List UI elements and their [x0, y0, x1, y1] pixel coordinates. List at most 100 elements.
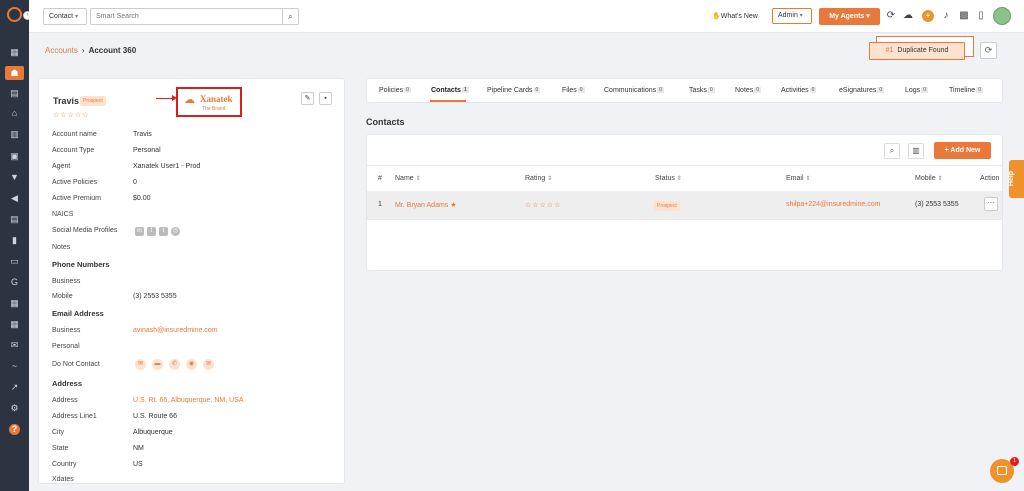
- report-icon[interactable]: ▦: [9, 298, 20, 309]
- tab-count: 1: [461, 87, 469, 93]
- image-icon[interactable]: ▣: [9, 151, 20, 162]
- chart-icon[interactable]: ▮: [9, 235, 20, 246]
- row-actions-button[interactable]: ···: [984, 197, 998, 211]
- section-heading: Address: [52, 379, 83, 388]
- search-icon[interactable]: ⌕: [884, 143, 900, 159]
- google-icon[interactable]: G: [9, 277, 20, 288]
- tab-contacts[interactable]: Contacts 1: [431, 87, 469, 94]
- contact-name-link[interactable]: Mr. Bryan Adams ★: [395, 201, 457, 209]
- field-label: Agent: [52, 163, 71, 170]
- column-header-email[interactable]: Email ⇕: [786, 175, 811, 182]
- tab-notes[interactable]: Notes 0: [735, 87, 762, 94]
- my-agents-button[interactable]: My Agents ▾: [819, 8, 880, 25]
- tab-pipeline-cards[interactable]: Pipeline Cards 0: [487, 87, 541, 94]
- section-heading: Email Address: [52, 309, 104, 318]
- tab-count: 0: [976, 87, 983, 93]
- avatar[interactable]: [993, 7, 1011, 25]
- account-details-card: Travis Prospect ☆☆☆☆☆ ☁ Xanatek The Bran…: [38, 78, 345, 484]
- whats-new-link[interactable]: ✋What's New: [712, 12, 758, 20]
- admin-select[interactable]: Admin ▾: [772, 8, 812, 24]
- field-value: NM: [133, 445, 144, 452]
- calendar-icon[interactable]: ▦: [9, 319, 20, 330]
- contact-email-link[interactable]: shilpa+224@insuredmine.com: [786, 201, 880, 208]
- tab-tasks[interactable]: Tasks 0: [689, 87, 715, 94]
- dashboard-icon[interactable]: ▦: [9, 47, 20, 58]
- email-icon[interactable]: ✉: [135, 359, 146, 370]
- linkedin-icon[interactable]: in: [135, 227, 144, 236]
- field-label: Active Premium: [52, 195, 102, 202]
- bell-icon[interactable]: ♪: [940, 10, 952, 22]
- broadcast-icon[interactable]: ◉: [186, 359, 197, 370]
- accounts-icon[interactable]: ☗: [5, 66, 24, 80]
- tab-logs[interactable]: Logs 0: [905, 87, 928, 94]
- account-name-heading: Travis: [53, 96, 80, 106]
- admin-select-label: Admin: [778, 12, 798, 19]
- folder-icon[interactable]: ▭: [9, 256, 20, 267]
- email-link[interactable]: avinash@insuredmine.com: [133, 327, 218, 334]
- duplicate-found-button[interactable]: #1 Duplicate Found: [869, 42, 965, 60]
- sort-icon: ⇕: [415, 176, 421, 182]
- field-label: Personal: [52, 343, 80, 350]
- chevron-down-icon: ▾: [799, 13, 803, 19]
- tab-esignatures[interactable]: eSignatures 0: [839, 87, 885, 94]
- column-header-name[interactable]: Name ⇕: [395, 175, 421, 182]
- notes-icon[interactable]: ▤: [9, 214, 20, 225]
- mail-icon[interactable]: ✉: [9, 340, 20, 351]
- phone-icon[interactable]: ✆: [169, 359, 180, 370]
- column-header-mobile[interactable]: Mobile ⇕: [915, 175, 943, 182]
- document-icon[interactable]: ▥: [9, 129, 20, 140]
- tab-count: 0: [754, 87, 762, 93]
- field-label: City: [52, 429, 65, 436]
- tab-count: 0: [877, 87, 885, 93]
- field-label: Notes: [52, 244, 71, 251]
- smart-search-input[interactable]: [90, 8, 284, 25]
- search-icon[interactable]: ⌕: [282, 8, 299, 25]
- breadcrumb-accounts[interactable]: Accounts: [45, 46, 78, 55]
- tab-label: Notes: [735, 87, 754, 94]
- mail-box-icon[interactable]: ✉: [203, 359, 214, 370]
- tab-policies[interactable]: Policies 0: [379, 87, 411, 94]
- calculator-icon[interactable]: ▯: [975, 10, 987, 22]
- tab-count: 0: [657, 87, 664, 93]
- analytics-icon[interactable]: ↗: [9, 382, 20, 393]
- tab-timeline[interactable]: Timeline 0: [949, 87, 983, 94]
- app-logo-icon[interactable]: [7, 7, 22, 22]
- field-label: Mobile: [52, 293, 73, 300]
- refresh-button[interactable]: ⟳: [980, 42, 997, 59]
- column-header-status[interactable]: Status ⇕: [655, 175, 682, 182]
- field-value: Albuquerque: [133, 429, 173, 436]
- add-icon[interactable]: +: [922, 10, 934, 22]
- tab-count: 0: [921, 87, 928, 93]
- help-tab[interactable]: Help: [1008, 160, 1024, 198]
- files-icon[interactable]: ▤: [9, 88, 20, 99]
- filter-icon[interactable]: ▼: [9, 172, 20, 183]
- column-header-rating[interactable]: Rating ⇕: [525, 175, 552, 182]
- contact-select[interactable]: Contact ▾: [43, 8, 87, 25]
- address-link[interactable]: U.S. Rt. 66, Albuquerque, NM, USA: [133, 397, 244, 404]
- twitter-icon[interactable]: t: [159, 227, 168, 236]
- megaphone-icon[interactable]: ◀: [9, 193, 20, 204]
- sidebar: › ▦ ☗ ▤ ⌂ ▥ ▣ ▼ ◀ ▤ ▮ ▭ G ▦ ▦ ✉ ~ ↗ ⚙ ?: [0, 0, 32, 491]
- sync-icon[interactable]: ⟳: [885, 10, 897, 22]
- columns-icon[interactable]: ▥: [908, 143, 924, 159]
- help-icon[interactable]: ?: [9, 424, 20, 435]
- settings-icon[interactable]: ⚙: [9, 403, 20, 414]
- globe-icon[interactable]: ◎: [171, 227, 180, 236]
- chat-icon[interactable]: ▬: [152, 359, 163, 370]
- tab-activities[interactable]: Activities 0: [781, 87, 817, 94]
- contact-rating[interactable]: ☆☆☆☆☆: [525, 201, 561, 209]
- account-rating[interactable]: ☆☆☆☆☆: [53, 111, 89, 119]
- facebook-icon[interactable]: f: [147, 227, 156, 236]
- account-logo[interactable]: ☁ Xanatek The Brand: [176, 87, 242, 117]
- edit-button[interactable]: ✎: [301, 92, 314, 105]
- chip-icon[interactable]: ▩: [958, 10, 970, 22]
- delete-button[interactable]: ▪: [319, 92, 332, 105]
- bank-icon[interactable]: ⌂: [9, 108, 20, 119]
- signature-icon[interactable]: ~: [9, 361, 20, 372]
- tab-files[interactable]: Files 0: [562, 87, 585, 94]
- add-new-button[interactable]: + Add New: [934, 142, 991, 159]
- tab-label: Tasks: [689, 87, 707, 94]
- table-row[interactable]: [367, 191, 1002, 219]
- tab-communications[interactable]: Communications 0: [604, 87, 664, 94]
- cloud-icon[interactable]: ☁: [902, 10, 914, 22]
